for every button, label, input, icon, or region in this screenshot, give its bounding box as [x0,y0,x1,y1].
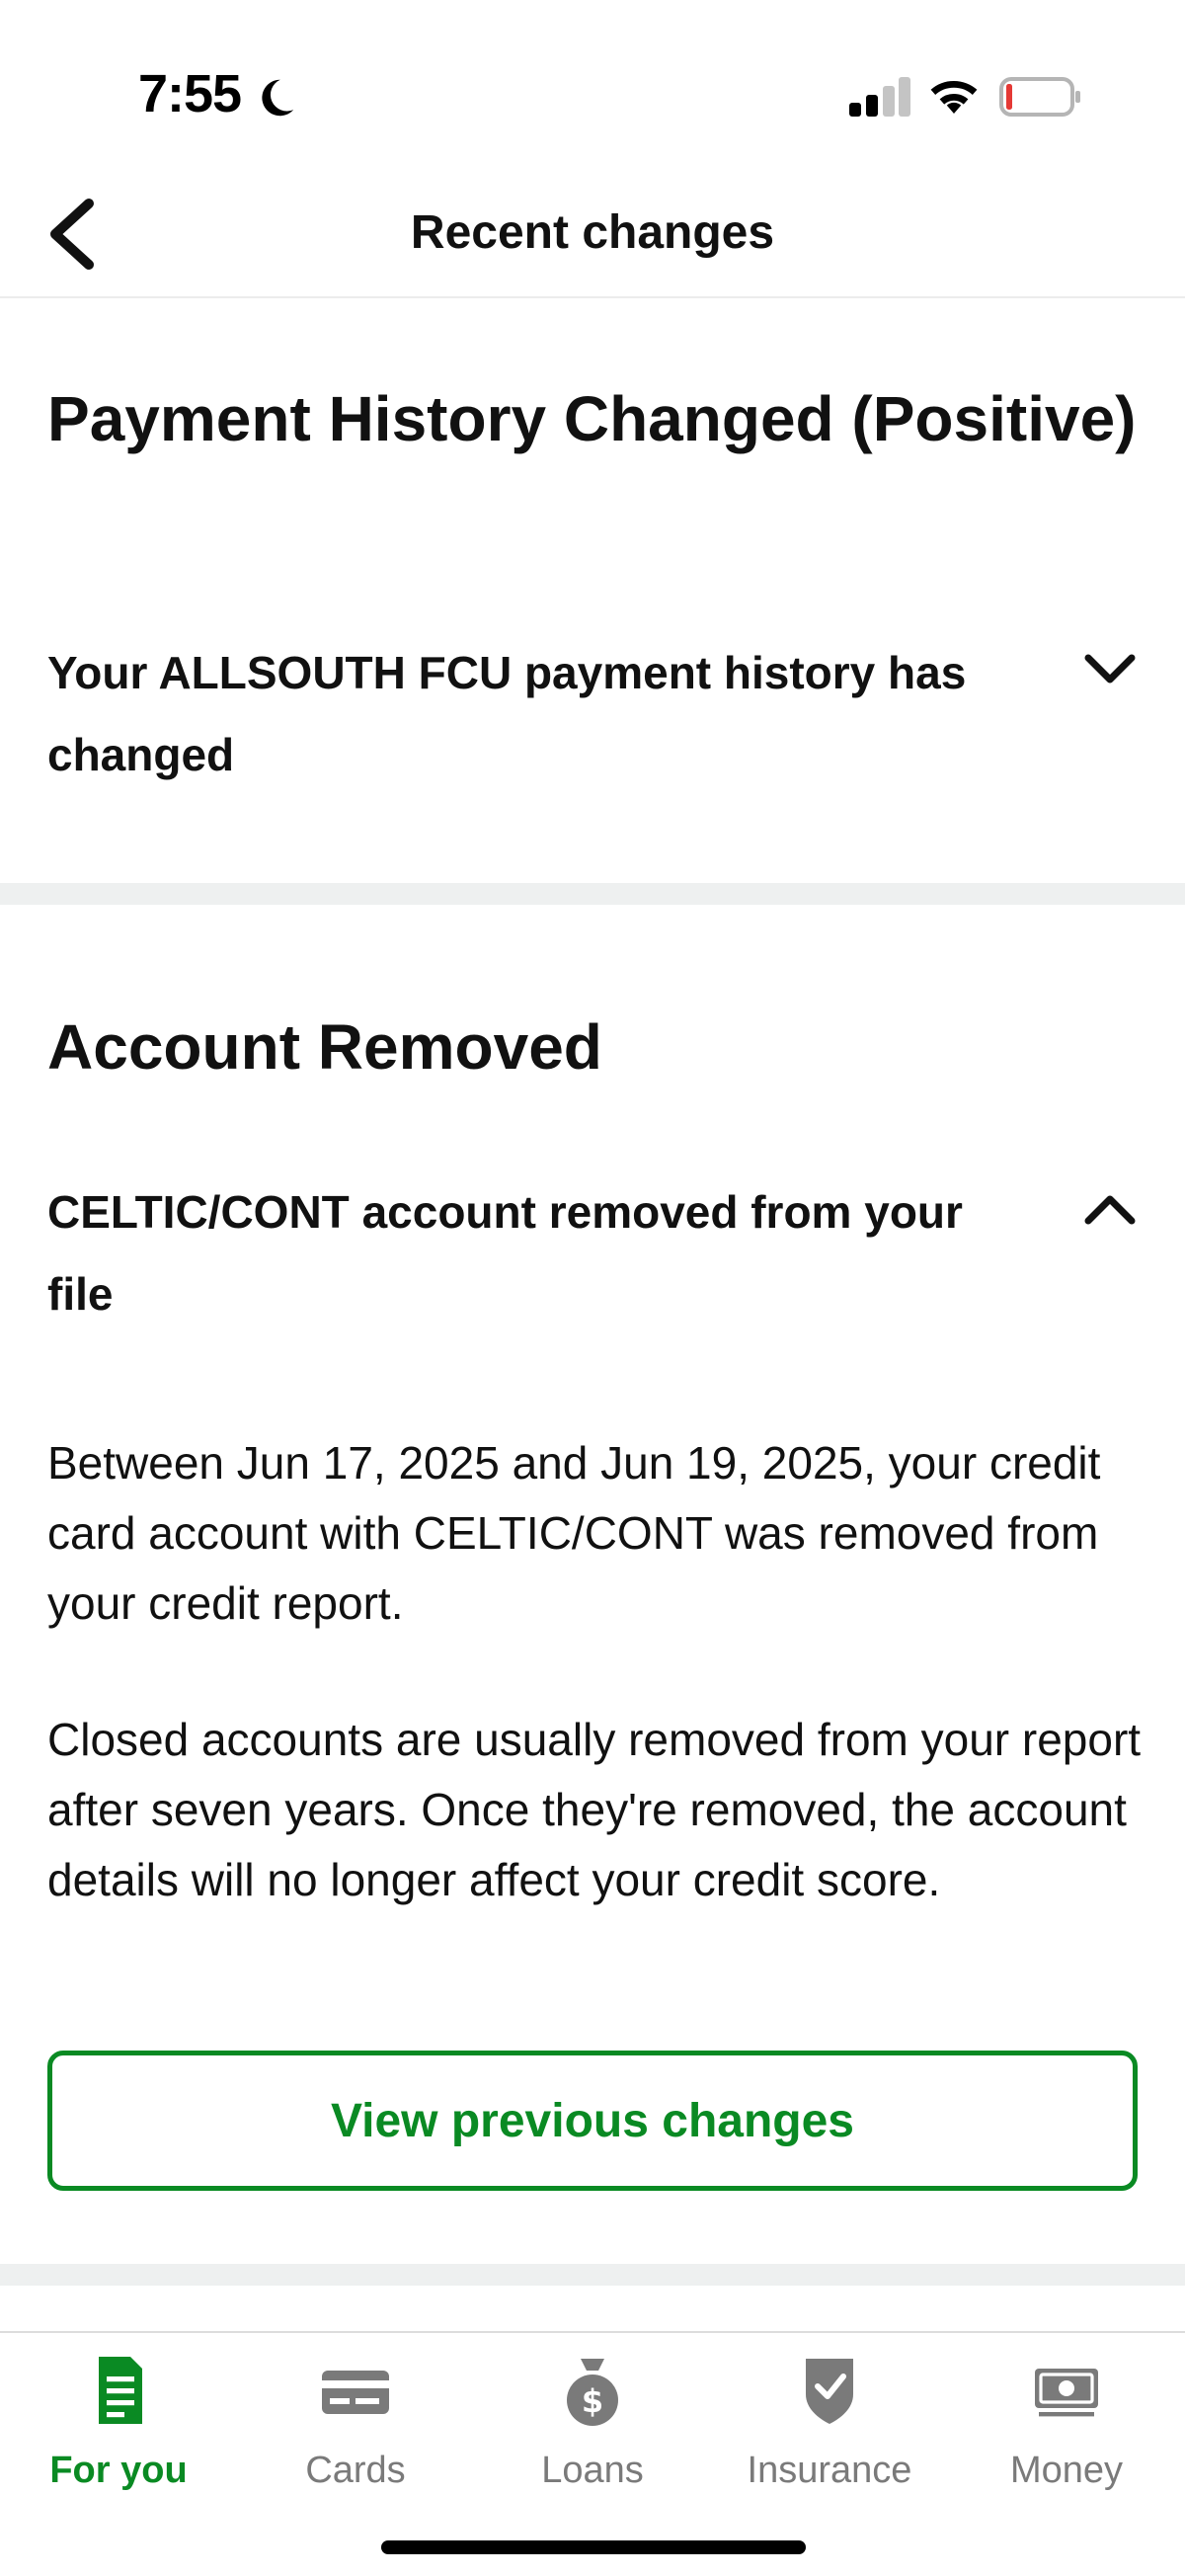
tab-loans[interactable]: $ Loans [474,2333,711,2531]
status-time: 7:55 [138,64,242,123]
tab-label: Loans [541,2450,644,2491]
accordion-label: Your ALLSOUTH FCU payment history has ch… [47,647,967,780]
credit-card-icon [322,2371,389,2414]
account-removed-accordion[interactable]: CELTIC/CONT account removed from your fi… [47,1171,1138,1335]
tab-for-you[interactable]: For you [0,2333,237,2531]
tab-label: Cards [305,2450,406,2491]
nav-header: Recent changes [0,178,1185,298]
tab-label: For you [49,2450,188,2491]
shield-check-icon [806,2359,853,2424]
account-removed-section: Account Removed CELTIC/CONT account remo… [0,905,1185,2264]
section-divider [0,883,1185,905]
accordion-body-paragraph: Between Jun 17, 2025 and Jun 19, 2025, y… [47,1437,1101,1629]
signal-icon [849,77,910,117]
tab-label: Insurance [747,2450,912,2491]
tab-label: Money [1009,2450,1124,2491]
money-bag-icon: $ [567,2359,618,2426]
document-icon [99,2357,142,2424]
tab-cards[interactable]: Cards [237,2333,474,2531]
wifi-icon [930,80,978,114]
tab-money[interactable]: Money [948,2333,1185,2531]
section-title: Payment History Changed (Positive) [47,383,1137,454]
home-indicator[interactable] [381,2540,806,2554]
payment-history-section: Payment History Changed (Positive) Your … [0,300,1185,883]
battery-icon [999,77,1080,117]
chevron-up-icon[interactable] [1082,1189,1138,1229]
svg-text:$: $ [582,2382,603,2420]
accordion-label: CELTIC/CONT account removed from your fi… [47,1186,963,1320]
status-bar: 7:55 [0,0,1185,178]
accordion-body-paragraph: Closed accounts are usually removed from… [47,1714,1142,1905]
section-title: Account Removed [47,1011,602,1083]
screen: 7:55 Recent changes Payment History Chan… [0,0,1185,2576]
banknote-icon [1035,2369,1098,2417]
tab-insurance[interactable]: Insurance [711,2333,948,2531]
page-title: Recent changes [410,206,775,259]
moon-icon [262,79,294,117]
view-previous-changes-button[interactable]: View previous changes [47,2051,1138,2191]
tab-bar: For you Cards $ Loans Insurance Money [0,2331,1185,2576]
chevron-down-icon[interactable] [1082,650,1138,689]
payment-history-accordion[interactable]: Your ALLSOUTH FCU payment history has ch… [47,632,1138,796]
section-divider [0,2264,1185,2286]
